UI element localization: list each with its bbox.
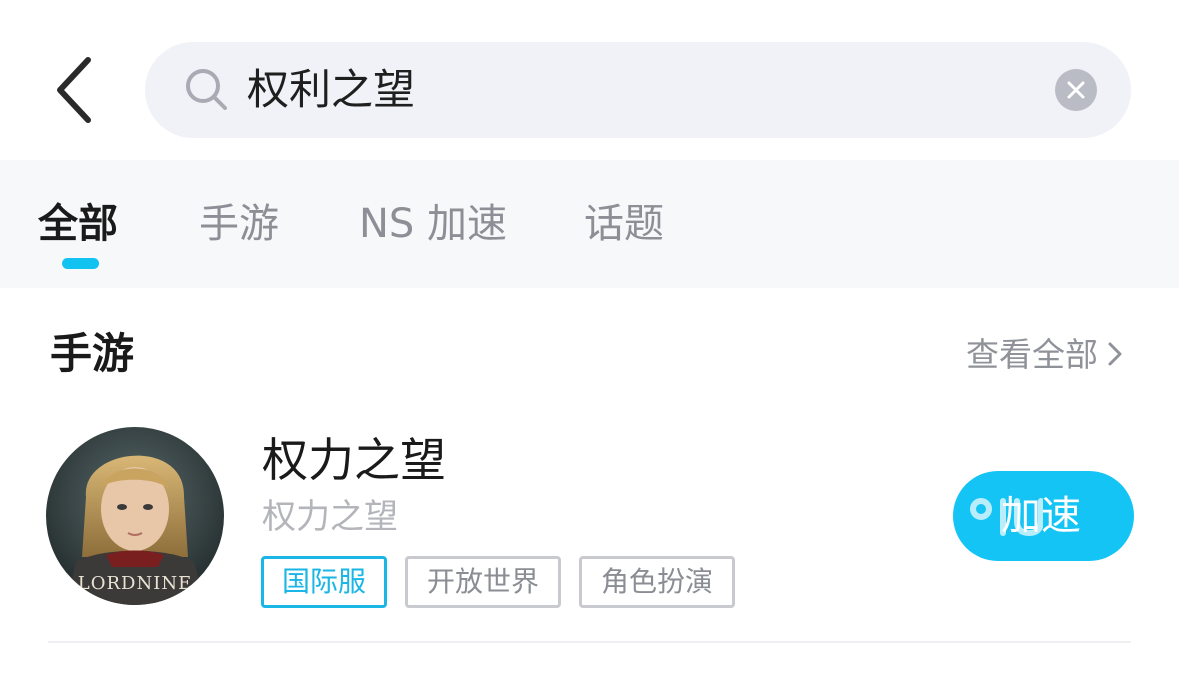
tag-international-server: 国际服 <box>261 556 387 608</box>
clear-search-button[interactable] <box>1055 69 1097 111</box>
search-box[interactable]: 权利之望 <box>145 42 1131 138</box>
search-input[interactable]: 权利之望 <box>247 60 415 120</box>
tab-all[interactable]: 全部 <box>38 198 118 250</box>
search-results-page: 权利之望 全部 手游 NS 加速 话题 手游 查看全部 LORDNINE 权力之… <box>0 0 1179 680</box>
game-portrait-image: LORDNINE <box>46 427 224 605</box>
top-bar: 权利之望 <box>0 0 1179 160</box>
tag-open-world: 开放世界 <box>405 556 561 608</box>
active-tab-indicator <box>62 258 99 269</box>
tab-topics[interactable]: 话题 <box>584 198 664 250</box>
tab-mobile-games[interactable]: 手游 <box>199 198 279 250</box>
list-divider <box>48 641 1131 643</box>
category-tabs: 全部 手游 NS 加速 话题 <box>0 160 1179 288</box>
accelerate-button[interactable]: 加速 <box>953 471 1134 561</box>
chevron-right-icon <box>1108 342 1122 366</box>
accelerate-button-label: 加速 <box>1001 493 1081 539</box>
game-title[interactable]: 权力之望 <box>262 430 446 490</box>
game-icon-text: LORDNINE <box>78 573 192 594</box>
section-title: 手游 <box>50 329 135 378</box>
game-icon[interactable]: LORDNINE <box>46 427 224 605</box>
see-all-label: 查看全部 <box>966 335 1098 374</box>
tag-rpg: 角色扮演 <box>579 556 735 608</box>
see-all-link[interactable]: 查看全部 <box>966 334 1124 376</box>
tab-ns-boost[interactable]: NS 加速 <box>359 198 507 250</box>
game-subtitle: 权力之望 <box>262 497 398 537</box>
close-icon <box>1067 81 1085 99</box>
chevron-left-icon <box>57 57 91 123</box>
search-icon <box>186 69 227 110</box>
back-button[interactable] <box>44 50 108 130</box>
